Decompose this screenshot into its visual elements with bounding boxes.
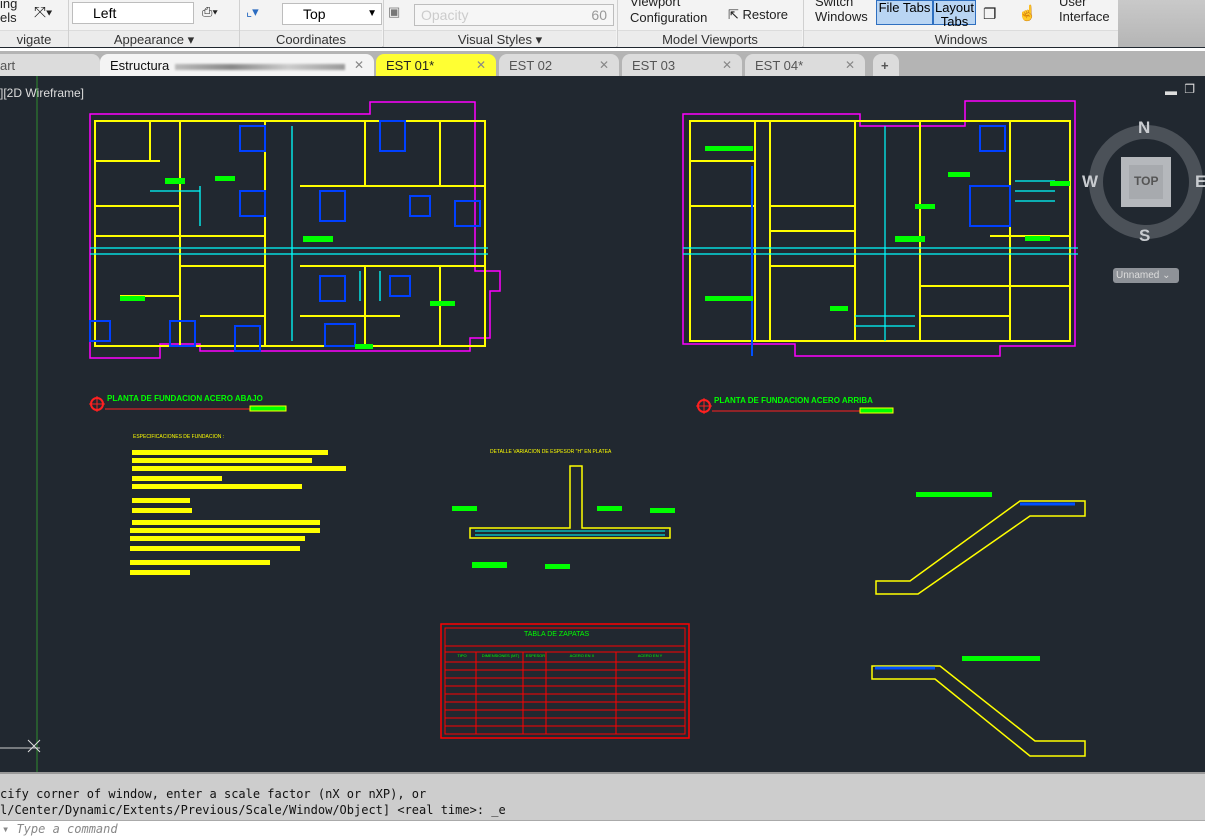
close-tab-icon[interactable]: ✕ — [845, 54, 855, 77]
ucs-name: Unnamed — [1116, 270, 1160, 281]
plan-title-left: PLANTA DE FUNDACION ACERO ABAJO — [107, 394, 263, 403]
plan-title-right: PLANTA DE FUNDACION ACERO ARRIBA — [714, 396, 873, 405]
xray-icon[interactable]: ▣ — [388, 4, 400, 20]
close-tab-icon[interactable]: ✕ — [722, 54, 732, 77]
command-line-2: l/Center/Dynamic/Extents/Previous/Scale/… — [0, 803, 506, 817]
plan-right — [682, 100, 1078, 357]
visual-styles-label: Visual Styles — [457, 32, 533, 47]
drawing-svg — [0, 76, 1203, 772]
specifications-block — [130, 450, 346, 575]
tab-est04[interactable]: EST 04* ✕ — [745, 54, 865, 77]
user-interface-top[interactable]: User — [1059, 0, 1086, 9]
th: ACERO EN Y — [637, 653, 663, 658]
ribbon-empty-area — [1118, 0, 1205, 47]
layout-tabs-top: Layout — [934, 0, 975, 15]
footing-table — [440, 623, 690, 739]
view-left-item[interactable]: Left — [93, 5, 116, 21]
th: ACERO EN X — [569, 653, 595, 658]
panel-appearance[interactable]: Appearance ▾ — [69, 30, 239, 47]
view-list[interactable]: Left — [72, 2, 194, 24]
tab-label: EST 03 — [632, 58, 676, 73]
tab-est03[interactable]: EST 03 ✕ — [622, 54, 742, 77]
specs-title: ESPECIFICACIONES DE FUNDACION : — [133, 434, 225, 440]
command-input[interactable]: ▾ Type a command — [0, 820, 1205, 837]
command-placeholder: Type a command — [16, 822, 118, 836]
file-tabs-button[interactable]: File Tabs — [876, 0, 933, 25]
th: TIPO — [457, 653, 467, 658]
table-header: TIPO DIMENSIONES (MT) ESPESOR ACERO EN X… — [447, 653, 683, 658]
stair-details — [871, 492, 1086, 757]
panel-visual-styles[interactable]: Visual Styles ▾ — [384, 30, 616, 47]
restore-button[interactable]: ⇱ Restore — [728, 7, 788, 23]
compass-south[interactable]: S — [1139, 226, 1150, 246]
viewport-config-button[interactable]: Configuration — [630, 10, 707, 25]
viewport-config-top[interactable]: Viewport — [630, 0, 680, 9]
close-tab-icon[interactable]: ✕ — [599, 54, 609, 77]
plan-left — [89, 101, 501, 359]
tab-estructura[interactable]: Estructura ✕ — [100, 54, 374, 77]
ribbon: ing els ⤧▾ vigate Left ⎙▾ Appearance ▾ ⌞… — [0, 0, 1205, 47]
navigate-bottom-label[interactable]: els — [0, 10, 17, 25]
table-title: TABLA DE ZAPATAS — [524, 631, 590, 638]
tab-start[interactable]: art — [0, 54, 100, 77]
restore-label: Restore — [742, 7, 789, 22]
cursor-icon — [27, 739, 41, 753]
opacity-slider[interactable]: Opacity 60 — [414, 4, 614, 26]
th: DIMENSIONES (MT) — [481, 653, 520, 658]
compass-west[interactable]: W — [1082, 172, 1098, 192]
switch-windows-button[interactable]: Windows — [815, 9, 868, 24]
drawing-canvas[interactable]: ][2D Wireframe] ▬ ❐ N S E W TOP Unnamed … — [0, 76, 1205, 772]
panel-windows[interactable]: Windows — [804, 30, 1118, 47]
hand-icon[interactable]: ☝ — [1018, 4, 1037, 22]
viewcube-top-face[interactable]: TOP — [1134, 174, 1158, 188]
user-interface-button[interactable]: Interface — [1059, 9, 1110, 24]
plot-icon[interactable]: ⎙▾ — [202, 4, 218, 20]
tab-est02[interactable]: EST 02 ✕ — [499, 54, 619, 77]
compass-east[interactable]: E — [1195, 172, 1205, 192]
ucs-menu[interactable]: Unnamed ⌄ — [1113, 268, 1179, 283]
command-history: cify corner of window, enter a scale fac… — [0, 772, 1205, 820]
panel-coordinates[interactable]: Coordinates — [240, 30, 382, 47]
detail-section — [452, 465, 675, 569]
tab-est01[interactable]: EST 01* ✕ — [376, 54, 496, 77]
zoom-extents-icon[interactable]: ⤧▾ — [34, 4, 52, 21]
opacity-value: 60 — [591, 7, 607, 23]
file-tabs-bar: art Estructura ✕ EST 01* ✕ EST 02 ✕ EST 03 ✕… — [0, 48, 1205, 77]
close-tab-icon[interactable]: ✕ — [476, 54, 486, 77]
blurred-filename — [175, 63, 346, 70]
coords-view-value: Top — [303, 6, 326, 22]
switch-windows-top[interactable]: Switch — [815, 0, 853, 9]
layout-tabs-bottom: Tabs — [940, 14, 969, 29]
layout-tabs-button[interactable]: Layout Tabs — [933, 0, 976, 29]
close-tab-icon[interactable]: ✕ — [354, 54, 364, 77]
panel-model-viewports[interactable]: Model Viewports — [618, 30, 802, 47]
tab-label: art — [0, 58, 16, 73]
new-tab-button[interactable]: + — [873, 54, 899, 77]
ucs-icon[interactable]: ⌞▾ — [246, 4, 259, 20]
panel-navigate[interactable]: vigate — [0, 30, 68, 47]
detail-title: DETALLE VARIACION DE ESPESOR "H" EN PLAT… — [490, 449, 612, 455]
tab-label: EST 02 — [509, 58, 553, 73]
coords-view-dropdown[interactable]: Top ▼ — [282, 3, 382, 25]
compass-north[interactable]: N — [1138, 118, 1150, 138]
command-line-1: cify corner of window, enter a scale fac… — [0, 787, 427, 801]
th: ESPESOR — [525, 653, 546, 658]
opacity-placeholder: Opacity — [421, 7, 469, 23]
appearance-label: Appearance — [113, 32, 184, 47]
tab-label: EST 04* — [755, 58, 804, 73]
tab-label: EST 01* — [386, 58, 435, 73]
cascade-windows-icon[interactable]: ❐ — [983, 5, 996, 23]
tab-label: Estructura — [110, 58, 170, 73]
